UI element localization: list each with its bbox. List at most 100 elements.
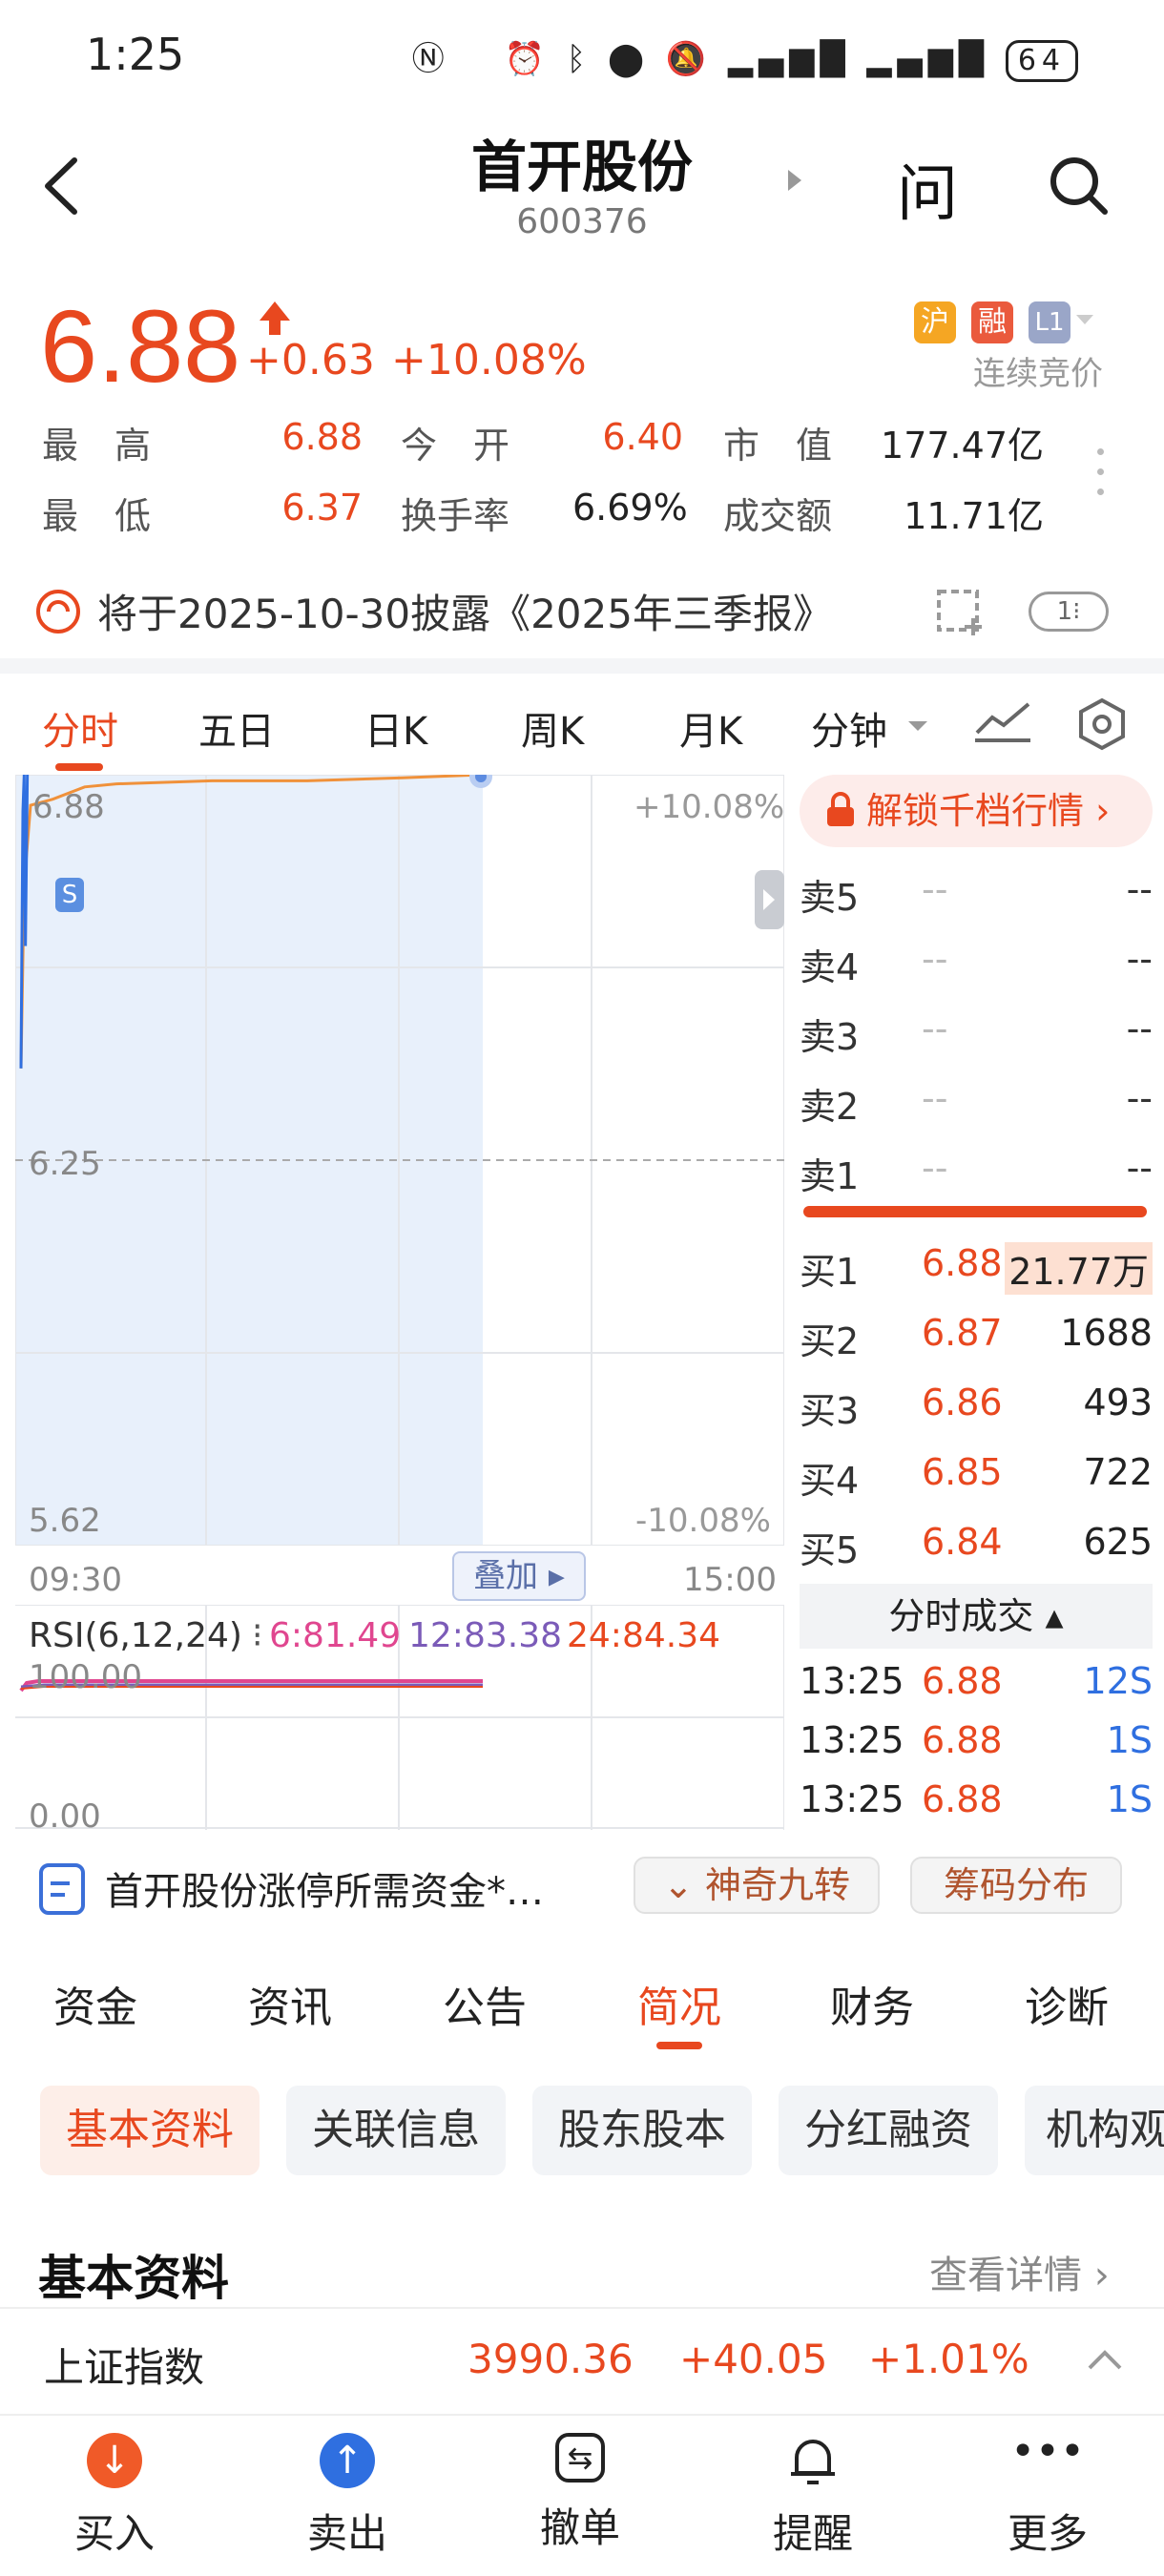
ask-row-1[interactable]: 卖5 -- -- bbox=[800, 857, 1153, 924]
tab-weekly[interactable]: 周K bbox=[521, 700, 584, 756]
stat-high-label: 最 高 bbox=[42, 425, 152, 467]
level-label: 卖1 bbox=[800, 1155, 860, 1197]
stock-code: 600376 bbox=[516, 202, 648, 241]
tick-time: 13:25 bbox=[800, 1660, 904, 1702]
level-volume: 493 bbox=[1083, 1381, 1153, 1423]
tab-daily[interactable]: 日K bbox=[364, 700, 427, 756]
chip-related-info[interactable]: 关联信息 bbox=[286, 2086, 506, 2175]
chip-shareholders[interactable]: 股东股本 bbox=[532, 2086, 752, 2175]
bid-row-3[interactable]: 买3 6.86 493 bbox=[800, 1370, 1153, 1437]
overlay-label: 叠加 bbox=[473, 1557, 539, 1595]
more-button[interactable]: ••• 更多 bbox=[962, 2427, 1133, 2560]
tab-minute[interactable]: 分钟 bbox=[811, 700, 887, 756]
up-arrow-icon bbox=[260, 301, 290, 321]
more-dots-icon: ••• bbox=[1010, 2427, 1085, 2476]
stat-amount-value: 11.71亿 bbox=[904, 495, 1044, 537]
level-price: 6.86 bbox=[922, 1381, 1003, 1423]
next-stock-icon[interactable] bbox=[788, 170, 801, 191]
level-price: 6.87 bbox=[922, 1312, 1003, 1354]
stat-low-label: 最 低 bbox=[42, 495, 152, 537]
section-divider bbox=[0, 658, 1164, 674]
ask-row-3[interactable]: 卖3 -- -- bbox=[800, 996, 1153, 1063]
level-dropdown-icon[interactable] bbox=[1076, 315, 1093, 324]
tab-5day[interactable]: 五日 bbox=[198, 700, 275, 756]
tab-monthly[interactable]: 月K bbox=[679, 700, 742, 756]
ask-button[interactable]: 问 bbox=[897, 145, 958, 233]
chip-dividends[interactable]: 分红融资 bbox=[779, 2086, 998, 2175]
ask-row-4[interactable]: 卖2 -- -- bbox=[800, 1066, 1153, 1132]
level-label: 卖3 bbox=[800, 1016, 860, 1058]
news-headline[interactable]: 首开股份涨停所需资金*… bbox=[105, 1860, 544, 1916]
minute-dropdown-icon[interactable] bbox=[908, 721, 927, 731]
rsi-label[interactable]: RSI(6,12,24) bbox=[29, 1616, 242, 1655]
level-price: 6.84 bbox=[922, 1521, 1003, 1563]
cancel-order-label: 撤单 bbox=[539, 2504, 620, 2551]
ask-row-2[interactable]: 卖4 -- -- bbox=[800, 926, 1153, 993]
more-stats-icon[interactable] bbox=[1097, 448, 1105, 509]
sell-marker[interactable]: S bbox=[55, 878, 84, 912]
add-widget-icon[interactable] bbox=[935, 584, 988, 637]
magic-nine-button[interactable]: ⌄ 神奇九转 bbox=[634, 1857, 880, 1914]
news-icon bbox=[39, 1863, 85, 1915]
page-title: 首开股份 bbox=[470, 135, 693, 199]
settings-icon[interactable] bbox=[1074, 696, 1130, 752]
sell-button[interactable]: ↑ 卖出 bbox=[261, 2433, 433, 2560]
chip-basic-info[interactable]: 基本资料 bbox=[40, 2086, 260, 2175]
tab-diagnosis[interactable]: 诊断 bbox=[1025, 1973, 1109, 2034]
pct-bottom-label: -10.08% bbox=[635, 1502, 771, 1540]
level-label: 卖2 bbox=[800, 1086, 860, 1128]
chip-institutions[interactable]: 机构观 bbox=[1025, 2086, 1164, 2175]
view-details-link[interactable]: 查看详情 › bbox=[929, 2244, 1110, 2299]
level-volume: -- bbox=[1126, 1008, 1153, 1049]
tab-news[interactable]: 资讯 bbox=[248, 1973, 332, 2034]
bid-row-5[interactable]: 买5 6.84 625 bbox=[800, 1509, 1153, 1576]
stat-mktcap-label: 市 值 bbox=[723, 425, 833, 467]
ask-row-5[interactable]: 卖1 -- -- bbox=[800, 1135, 1153, 1202]
rsi24-value: 24:84.34 bbox=[567, 1616, 720, 1655]
chart-style-icon[interactable] bbox=[973, 696, 1032, 744]
view-details-label: 查看详情 bbox=[929, 2254, 1082, 2297]
search-icon[interactable] bbox=[1048, 155, 1109, 216]
chevron-up-icon[interactable] bbox=[1086, 2347, 1124, 2374]
rsi6-value: 6:81.49 bbox=[269, 1616, 402, 1655]
tab-funds[interactable]: 资金 bbox=[53, 1973, 137, 2034]
stat-mktcap-value: 177.47亿 bbox=[881, 425, 1044, 467]
page-indicator[interactable]: 1⁝ bbox=[1029, 592, 1109, 632]
section-title: 基本资料 bbox=[38, 2251, 229, 2306]
ticks-header[interactable]: 分时成交 ▴ bbox=[800, 1584, 1153, 1649]
bid-row-4[interactable]: 买4 6.85 722 bbox=[800, 1440, 1153, 1506]
buy-label: 买入 bbox=[73, 2510, 155, 2557]
level-volume: 21.77万 bbox=[1005, 1242, 1153, 1295]
stat-high-value: 6.88 bbox=[281, 416, 363, 458]
rsi-menu-icon[interactable]: ⁝ bbox=[252, 1616, 262, 1655]
stat-turnover-label: 换手率 bbox=[401, 495, 510, 537]
level-price: -- bbox=[922, 868, 948, 910]
tab-overview[interactable]: 简况 bbox=[637, 1973, 721, 2034]
overlay-button[interactable]: 叠加 ▸ bbox=[452, 1551, 586, 1601]
index-name: 上证指数 bbox=[44, 2344, 205, 2391]
tick-price: 6.88 bbox=[922, 1778, 1003, 1820]
bid-row-1[interactable]: 买1 6.88 21.77万 bbox=[800, 1231, 1153, 1298]
y-top-label: 6.88 bbox=[32, 788, 105, 826]
buy-icon: ↓ bbox=[87, 2433, 142, 2488]
unlock-label: 解锁千档行情 bbox=[866, 790, 1085, 832]
tick-time: 13:25 bbox=[800, 1719, 904, 1761]
index-ticker[interactable]: 上证指数 3990.36 +40.05 +1.01% bbox=[0, 2307, 1164, 2416]
battery-icon: 64 bbox=[1005, 40, 1078, 82]
tab-intraday[interactable]: 分时 bbox=[42, 700, 118, 756]
level-label: 买2 bbox=[800, 1320, 860, 1362]
bid-row-2[interactable]: 买2 6.87 1688 bbox=[800, 1300, 1153, 1367]
alert-button[interactable]: 提醒 bbox=[727, 2433, 899, 2560]
level-price: -- bbox=[922, 1147, 948, 1189]
tab-financials[interactable]: 财务 bbox=[830, 1973, 914, 2034]
tag-level[interactable]: L1 bbox=[1029, 301, 1070, 343]
buy-button[interactable]: ↓ 买入 bbox=[29, 2433, 200, 2560]
intraday-chart[interactable] bbox=[15, 775, 784, 1546]
cancel-order-button[interactable]: ⇆ 撤单 bbox=[494, 2433, 666, 2554]
rsi-top-label: 100.00 bbox=[29, 1658, 142, 1696]
tab-announcements[interactable]: 公告 bbox=[443, 1973, 527, 2034]
chip-distribution-button[interactable]: 筹码分布 bbox=[910, 1857, 1122, 1914]
rsi-bottom-label: 0.00 bbox=[29, 1797, 101, 1836]
signal2-icon: ▂▄▆█ bbox=[866, 40, 989, 78]
section-tab-indicator bbox=[656, 2042, 702, 2049]
